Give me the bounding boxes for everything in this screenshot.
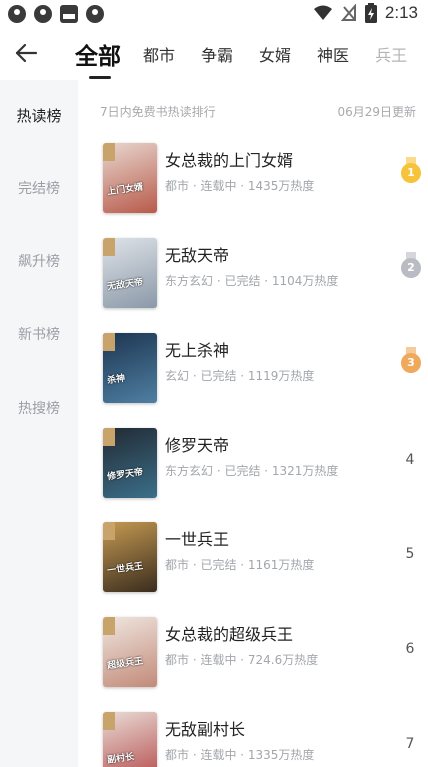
book-meta: 都市 · 连载中 · 724.6万热度 [165,653,319,667]
wifi-icon [313,5,332,20]
rank-badge: 6 [397,633,423,665]
clock: 2:13 [384,3,418,22]
status-bar: 2:13 [0,0,428,28]
book-title[interactable]: 一世兵王 [165,526,229,550]
book-row[interactable]: 杀神 无上杀神玄幻 · 已完结 · 1119万热度 3 [103,333,423,413]
rank-number: 5 [405,546,415,562]
book-row[interactable]: 无敌天帝 无敌天帝 东方玄幻 · 已完结 · 1104万热度 2 [103,238,423,318]
tab-doctor[interactable]: 神医 [317,42,349,66]
exclusive-tag [103,428,115,446]
book-title[interactable]: 无上杀神 [165,337,229,361]
book-meta: 东方玄幻 · 已完结 · 1321万热度 [165,464,339,478]
exclusive-tag [103,143,115,161]
cover-title: 一世兵王 [106,561,144,577]
ranking-sidebar: 热读榜 完结榜 飙升榜 新书榜 热搜榜 [0,80,78,767]
battery-icon [364,3,377,23]
sidebar-item-completed[interactable]: 完结榜 [0,178,78,198]
notification-app-icon [86,5,104,23]
book-row[interactable]: 超级兵王 女总裁的超级兵王都市 · 连载中 · 724.6万热度 6 [103,617,423,697]
book-cover[interactable]: 超级兵王 [103,617,157,687]
book-cover[interactable]: 无敌天帝 [103,238,157,308]
silver-medal-icon: 2 [397,252,423,286]
book-cover[interactable]: 上门女婿 [103,143,157,213]
exclusive-tag [103,238,115,256]
rank-number: 4 [405,452,415,468]
system-icons: 2:13 [313,3,418,23]
exclusive-tag [103,712,115,730]
cover-title: 修罗天帝 [106,467,144,483]
book-title[interactable]: 女总裁的超级兵王 [165,621,293,645]
notification-icons [8,5,104,23]
list-subtitle: 7日内免费书热读排行 [100,105,216,119]
rank-badge: 7 [397,728,423,760]
cover-title: 副村长 [106,752,135,766]
book-meta: 都市 · 已完结 · 1161万热度 [165,558,315,572]
tab-soldier-king[interactable]: 兵王 [375,42,407,66]
gold-medal-icon: 1 [397,157,423,191]
bronze-medal-icon: 3 [397,347,423,381]
cover-title: 杀神 [106,373,126,387]
cover-title: 无敌天帝 [106,277,144,293]
book-title[interactable]: 无敌副村长 [165,716,245,740]
rank-badge: 5 [397,538,423,570]
cover-title: 超级兵王 [106,656,144,672]
sidebar-item-hot-search[interactable]: 热搜榜 [0,398,78,418]
sidebar-item-hot-read[interactable]: 热读榜 [0,105,78,126]
rank-number: 2 [401,258,421,278]
book-cover[interactable]: 副村长 [103,712,157,767]
tab-hegemony[interactable]: 争霸 [201,42,233,66]
tab-son-in-law[interactable]: 女婿 [259,42,291,66]
exclusive-tag [103,333,115,351]
sidebar-item-rising[interactable]: 飙升榜 [0,251,78,271]
book-cover[interactable]: 一世兵王 [103,522,157,592]
category-tabs: 全部 都市 争霸 女婿 神医 兵王 [75,28,428,80]
cover-title: 上门女婿 [106,182,144,198]
book-meta: 东方玄幻 · 已完结 · 1104万热度 [165,274,339,288]
update-date: 06月29日更新 [337,105,416,119]
top-nav: 全部 都市 争霸 女婿 神医 兵王 [0,28,428,80]
book-row[interactable]: 上门女婿 女总裁的上门女婿都市 · 连载中 · 1435万热度 1 [103,143,423,223]
exclusive-tag [103,522,115,540]
book-meta: 都市 · 连载中 · 1335万热度 [165,748,315,762]
book-title[interactable]: 无敌天帝 [165,242,229,266]
book-meta: 都市 · 连载中 · 1435万热度 [165,179,315,193]
exclusive-tag [103,617,115,635]
rank-number: 1 [401,163,421,183]
book-row[interactable]: 一世兵王 一世兵王 都市 · 已完结 · 1161万热度 5 [103,522,423,602]
book-title[interactable]: 修罗天帝 [165,432,229,456]
rank-number: 7 [405,736,415,752]
rank-number: 6 [405,641,415,657]
image-icon [60,5,78,23]
notification-app-icon [34,5,52,23]
ranking-list: 7日内免费书热读排行 06月29日更新 上门女婿 女总裁的上门女婿都市 · 连载中… [78,80,428,767]
book-row[interactable]: 修罗天帝 修罗天帝 东方玄幻 · 已完结 · 1321万热度 4 [103,428,423,508]
tab-all[interactable]: 全部 [75,37,121,79]
rank-number: 3 [401,353,421,373]
book-cover[interactable]: 修罗天帝 [103,428,157,498]
list-header: 7日内免费书热读排行 06月29日更新 [100,103,416,120]
notification-app-icon [8,5,26,23]
sidebar-item-new-books[interactable]: 新书榜 [0,324,78,344]
book-title[interactable]: 女总裁的上门女婿 [165,147,293,171]
rank-badge: 4 [397,444,423,476]
no-signal-icon [340,4,356,21]
book-meta: 玄幻 · 已完结 · 1119万热度 [165,369,315,383]
book-cover[interactable]: 杀神 [103,333,157,403]
back-arrow-icon[interactable] [12,38,42,68]
book-row[interactable]: 副村长 无敌副村长都市 · 连载中 · 1335万热度 7 [103,712,423,767]
tab-urban[interactable]: 都市 [143,42,175,66]
